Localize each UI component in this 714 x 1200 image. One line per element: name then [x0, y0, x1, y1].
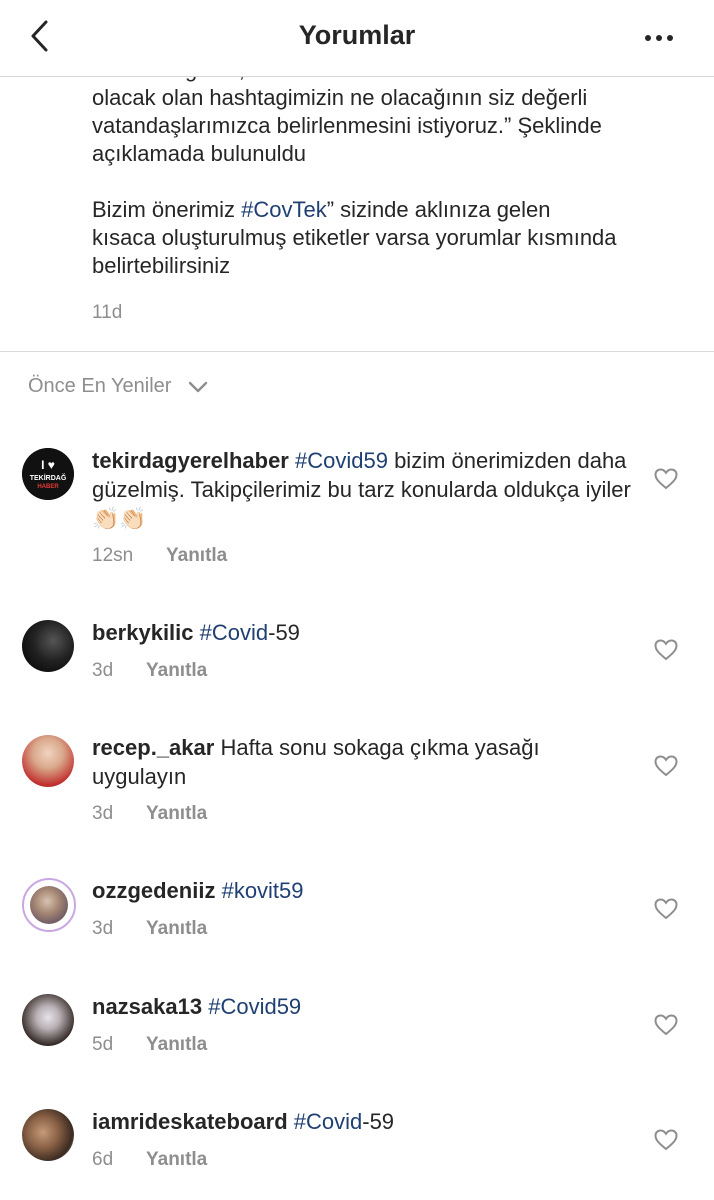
- like-button[interactable]: [654, 755, 678, 777]
- reply-button[interactable]: Yanıtla: [166, 545, 227, 567]
- reply-button[interactable]: Yanıtla: [146, 918, 207, 940]
- post-caption: kullanacağımız, konusu “Covid-19 ile Müc…: [92, 56, 702, 280]
- caption-line: kısaca oluşturulmuş etiketler varsa yoru…: [92, 225, 617, 250]
- comment-timestamp: 3d: [92, 918, 114, 939]
- heart-icon: [654, 898, 678, 920]
- comment-text: nazsaka13 #Covid59: [92, 992, 632, 1021]
- heart-icon: [654, 1129, 678, 1151]
- caption-line: Bizim önerimiz #CovTek” sizinde aklınıza…: [92, 196, 702, 224]
- logo-text: HABER: [37, 484, 59, 490]
- comment-username[interactable]: nazsaka13: [92, 994, 202, 1019]
- hashtag-link[interactable]: #Covid59: [295, 448, 388, 473]
- avatar[interactable]: [22, 994, 74, 1046]
- comment-timestamp: 6d: [92, 1149, 114, 1170]
- comment-username[interactable]: recep._akar: [92, 735, 214, 760]
- like-button[interactable]: [654, 1014, 678, 1036]
- reply-button[interactable]: Yanıtla: [146, 803, 207, 825]
- section-divider: [0, 351, 714, 352]
- avatar[interactable]: [22, 878, 76, 932]
- caption-timestamp: 11d: [92, 302, 123, 323]
- reply-button[interactable]: Yanıtla: [146, 1149, 207, 1171]
- reply-button[interactable]: Yanıtla: [146, 660, 207, 682]
- comment-text: berkykilic #Covid-59: [92, 618, 632, 647]
- comment-username[interactable]: iamrideskateboard: [92, 1109, 288, 1134]
- reply-button[interactable]: Yanıtla: [146, 1034, 207, 1056]
- hashtag-link[interactable]: #Covid: [200, 620, 268, 645]
- caption-line: olacak olan hashtagimizin ne olacağının …: [92, 85, 588, 110]
- heart-icon: [654, 1014, 678, 1036]
- top-header: Yorumlar: [0, 0, 714, 77]
- comment-meta: 3d Yanıtla: [92, 918, 207, 940]
- caption-text: Bizim önerimiz: [92, 197, 242, 222]
- comment-text: tekirdagyerelhaber #Covid59 bizim önerim…: [92, 446, 632, 533]
- comment-timestamp: 3d: [92, 803, 114, 824]
- comment-text: ozzgedeniiz #kovit59: [92, 876, 632, 905]
- hashtag-link[interactable]: #kovit59: [222, 878, 304, 903]
- avatar[interactable]: [22, 620, 74, 672]
- caption-text: ” sizinde aklınıza gelen: [326, 197, 551, 222]
- comment-meta: 5d Yanıtla: [92, 1034, 207, 1056]
- avatar[interactable]: I ♥ TEKİRDAĞ HABER: [22, 448, 74, 500]
- comment-meta: 3d Yanıtla: [92, 660, 207, 682]
- caption-line: açıklamada bulunuldu: [92, 141, 307, 166]
- like-button[interactable]: [654, 1129, 678, 1151]
- heart-icon: [654, 755, 678, 777]
- hashtag-link[interactable]: #CovTek: [241, 197, 327, 222]
- comment-timestamp: 5d: [92, 1034, 114, 1055]
- hashtag-link[interactable]: #Covid: [294, 1109, 362, 1134]
- hashtag-link[interactable]: #Covid59: [208, 994, 301, 1019]
- caption-line: vatandaşlarımızca belirlenmesini istiyor…: [92, 113, 602, 138]
- sort-dropdown[interactable]: Önce En Yeniler: [28, 375, 209, 398]
- comment-text: recep._akar Hafta sonu sokaga çıkma yasa…: [92, 733, 632, 791]
- comment-username[interactable]: tekirdagyerelhaber: [92, 448, 289, 473]
- comment-meta: 12sn Yanıtla: [92, 545, 227, 567]
- avatar[interactable]: [22, 735, 74, 787]
- comment-username[interactable]: ozzgedeniiz: [92, 878, 215, 903]
- page-title: Yorumlar: [298, 20, 416, 50]
- like-button[interactable]: [654, 898, 678, 920]
- more-options-button[interactable]: [640, 24, 680, 52]
- tekirdag-haber-logo-icon: I ♥ TEKİRDAĞ HABER: [22, 448, 74, 500]
- comment-meta: 3d Yanıtla: [92, 803, 207, 825]
- clapping-hands-emoji: 👏🏻👏🏻: [92, 506, 147, 531]
- sort-label: Önce En Yeniler: [28, 375, 172, 397]
- heart-icon: [654, 639, 678, 661]
- logo-text: TEKİRDAĞ: [30, 473, 67, 482]
- comment-text: iamrideskateboard #Covid-59: [92, 1107, 632, 1136]
- avatar[interactable]: [22, 1109, 74, 1161]
- comment-meta: 6d Yanıtla: [92, 1149, 207, 1171]
- comment-timestamp: 3d: [92, 660, 114, 681]
- like-button[interactable]: [654, 639, 678, 661]
- comment-timestamp: 12sn: [92, 545, 134, 566]
- like-button[interactable]: [654, 468, 678, 490]
- comment-body: -59: [362, 1109, 395, 1134]
- heart-icon: [654, 468, 678, 490]
- logo-text: I ♥: [41, 458, 55, 472]
- comment-username[interactable]: berkykilic: [92, 620, 194, 645]
- more-horizontal-icon: [645, 35, 673, 41]
- chevron-down-icon: [189, 381, 208, 392]
- caption-line: belirtebilirsiniz: [92, 253, 231, 278]
- comment-body: -59: [268, 620, 300, 645]
